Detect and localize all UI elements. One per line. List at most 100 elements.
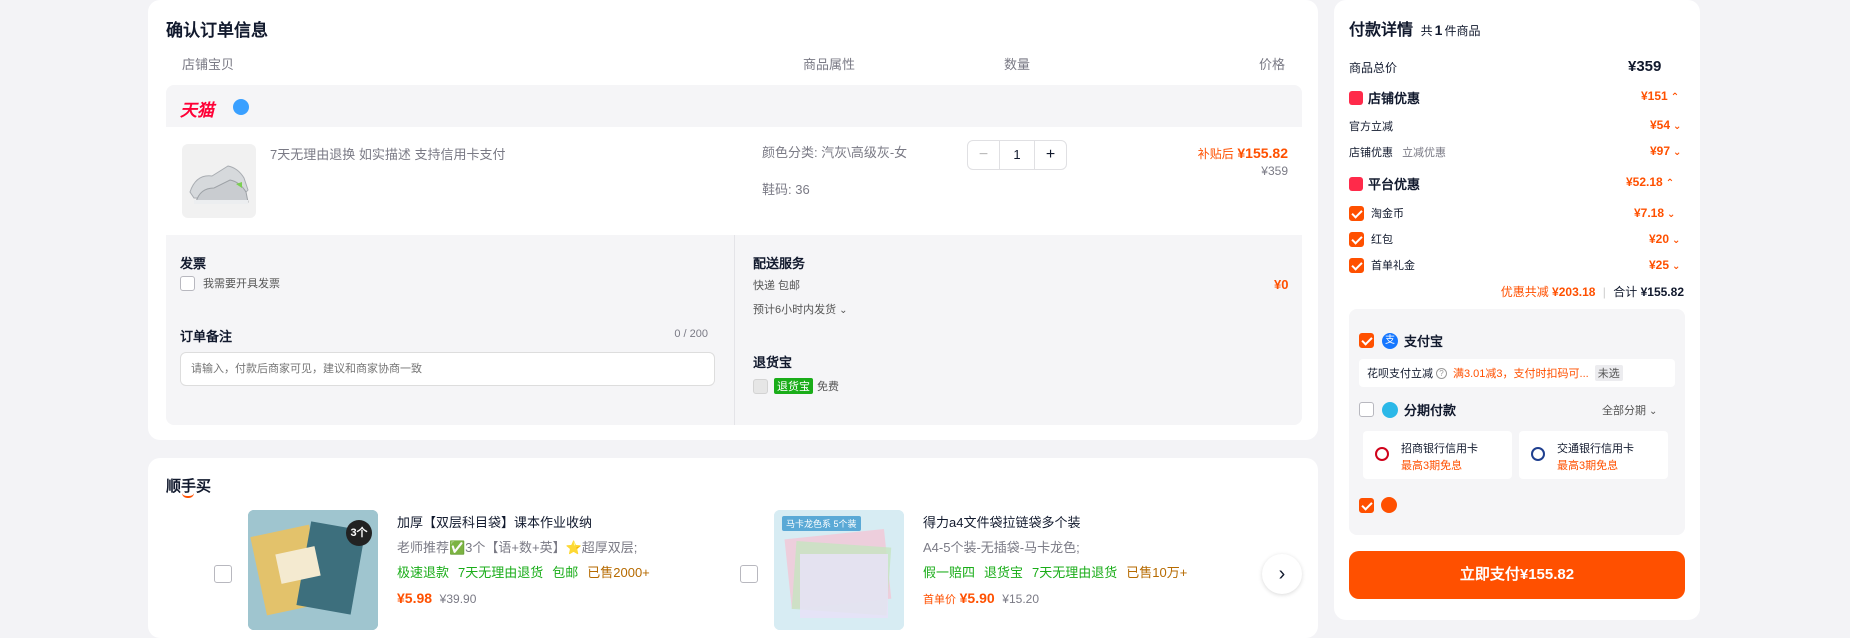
panel-divider [734,235,735,425]
bank-card-option[interactable]: 招商银行信用卡 最高3期免息 [1363,431,1512,479]
return-ins-row: 退货宝 免费 [753,378,839,394]
firstgift-row[interactable]: 首单礼金 [1349,257,1415,273]
alipay-icon: 支 [1382,332,1398,349]
shunshou-item-checkbox[interactable] [214,565,232,583]
shunshou-item-thumbnail[interactable]: 马卡龙色系 5个装 [774,510,904,630]
shunshou-item[interactable]: 马卡龙色系 5个装 得力a4文件袋拉链袋多个装 A4-5个装-无插袋-马卡龙色;… [740,510,1260,630]
store-discount-row[interactable]: 店铺优惠 [1349,88,1420,107]
sum-label: 合计 [1613,285,1638,299]
qty-decrease-button[interactable]: − [968,141,1000,169]
delivery-time[interactable]: 预计6小时内发货 ⌄ [753,301,848,317]
bocom-bank-icon [1531,447,1545,461]
extra-pay-option[interactable] [1359,497,1397,513]
installment-option[interactable]: 分期付款 [1359,400,1456,419]
platform-discount-value: ¥52.18 ⌃ [1626,175,1674,189]
price-prefix: 首单价 [923,594,956,606]
sold-count: 已售10万+ [1126,565,1188,580]
tag: 7天无理由退货 [1032,565,1118,580]
thumb-badge: 3个 [346,520,372,546]
shunshou-item-checkbox[interactable] [740,565,758,583]
invoice-checkbox[interactable] [180,275,195,291]
remark-input[interactable] [180,352,715,386]
payment-card: 付款详情 共 1 件商品 商品总价 ¥359 店铺优惠 ¥151 ⌃ 官方立减 ¥54… [1334,0,1700,620]
coin-checkbox[interactable] [1349,205,1364,221]
sum-value: ¥155.82 [1640,285,1684,299]
product-size: 鞋码: 36 [762,182,810,197]
firstgift-checkbox[interactable] [1349,257,1364,273]
payment-count-prefix: 共 [1420,24,1433,38]
payment-summary: 优惠共减 ¥203.18 | 合计 ¥155.82 [1500,285,1684,299]
chevron-right-icon: › [1278,563,1286,585]
total-value: ¥359 [1628,58,1662,75]
firstgift-value[interactable]: ¥25 ⌄ [1649,258,1680,272]
shunshou-item-tags: 极速退款 7天无理由退货 包邮 已售2000+ [397,562,650,581]
platform-discount-amount: ¥52.18 [1626,175,1663,189]
qty-value[interactable]: 1 [1000,141,1034,169]
installment-checkbox[interactable] [1359,402,1374,417]
extra-pay-checkbox[interactable] [1359,497,1374,513]
alipay-option[interactable]: 支 支付宝 [1359,331,1443,350]
chevron-down-icon: ⌄ [1667,209,1676,220]
coin-value[interactable]: ¥7.18 ⌄ [1634,206,1675,220]
tag: 极速退款 [397,565,450,580]
invoice-option-label: 我需要开具发票 [203,278,280,290]
invoice-option[interactable]: 我需要开具发票 [180,275,280,291]
official-label: 官方立减 [1349,121,1393,133]
installment-dropdown[interactable]: 全部分期 ⌄ [1602,402,1657,418]
product-row: 7天无理由退换 如实描述 支持信用卡支付 颜色分类: 汽灰\高级灰-女 鞋码: … [166,127,1302,235]
tag: 7天无理由退货 [458,565,544,580]
product-color: 颜色分类: 汽灰\高级灰-女 [762,145,908,160]
pay-now-button[interactable]: 立即支付¥155.82 [1349,551,1685,599]
qty-increase-button[interactable]: + [1034,141,1066,169]
pay-badge-icon [1381,497,1397,513]
redpack-checkbox[interactable] [1349,231,1364,247]
chevron-down-icon: ⌄ [1672,261,1681,272]
chevron-down-icon: ⌄ [1673,121,1682,132]
delivery-method: 快递 包邮 [753,280,801,292]
coin-amount: ¥7.18 [1634,206,1665,220]
store-coupon-label-row: 店铺优惠 立减优惠 [1349,144,1446,160]
store-discount-label: 店铺优惠 [1368,91,1421,106]
official-amount: ¥54 [1650,118,1671,132]
col-attr: 商品属性 [803,57,856,72]
shunshou-item-thumbnail[interactable]: 3个 [248,510,378,630]
store-coupon-value[interactable]: ¥97 ⌄ [1650,144,1681,158]
chevron-up-icon: ⌃ [1665,178,1675,189]
alipay-checkbox[interactable] [1359,333,1374,348]
thumb-badge: 马卡龙色系 5个装 [782,516,861,531]
store-discount-amount: ¥151 [1641,89,1668,103]
platform-discount-row[interactable]: 平台优惠 [1349,174,1420,193]
chevron-down-icon: ⌄ [1649,406,1658,417]
redpack-value[interactable]: ¥20 ⌄ [1649,232,1680,246]
huabei-row[interactable]: 花呗支付立减 ? 满3.01减3，支付时扣码可... 未选 [1359,359,1675,387]
total-label: 商品总价 [1349,61,1398,75]
delivery-title: 配送服务 [753,256,806,271]
payment-count-suffix: 件商品 [1444,24,1481,38]
bank-name: 招商银行信用卡 [1401,443,1478,455]
bank-note: 最高3期免息 [1557,460,1619,472]
shunshou-item-tags: 假一赔四 退货宝 7天无理由退货 已售10万+ [923,562,1187,581]
product-price-block: 补贴后 ¥155.82 ¥359 [1198,145,1288,178]
price-label: 补贴后 [1197,147,1234,161]
store-badge-icon [233,99,249,115]
next-arrow-button[interactable]: › [1262,554,1302,594]
bank-card-option[interactable]: 交通银行信用卡 最高3期免息 [1519,431,1668,479]
installment-opt-label: 全部分期 [1602,405,1646,417]
official-value[interactable]: ¥54 ⌄ [1650,118,1681,132]
tag: 包邮 [552,565,579,580]
store-coupon-note: 立减优惠 [1402,147,1447,159]
redpack-row[interactable]: 红包 [1349,231,1393,247]
redpack-amount: ¥20 [1649,232,1670,246]
huabei-status: 未选 [1594,365,1623,381]
shunshou-item-orig: ¥39.90 [439,592,477,606]
coin-row[interactable]: 淘金币 [1349,205,1404,221]
installment-label: 分期付款 [1404,403,1457,418]
store-coupon-amount: ¥97 [1650,144,1671,158]
huabei-promo: 满3.01减3，支付时扣码可... [1453,368,1589,380]
product-thumbnail[interactable] [182,144,256,218]
payment-header: 付款详情 共 1 件商品 [1349,16,1480,40]
huabei-label: 花呗支付立减 [1367,368,1433,380]
shunshou-item[interactable]: 3个 加厚【双层科目袋】课本作业收纳 老师推荐✅3个【语+数+英】⭐超厚双层; … [214,510,734,630]
col-price: 价格 [1259,57,1286,72]
return-ins-free: 免费 [817,381,839,393]
